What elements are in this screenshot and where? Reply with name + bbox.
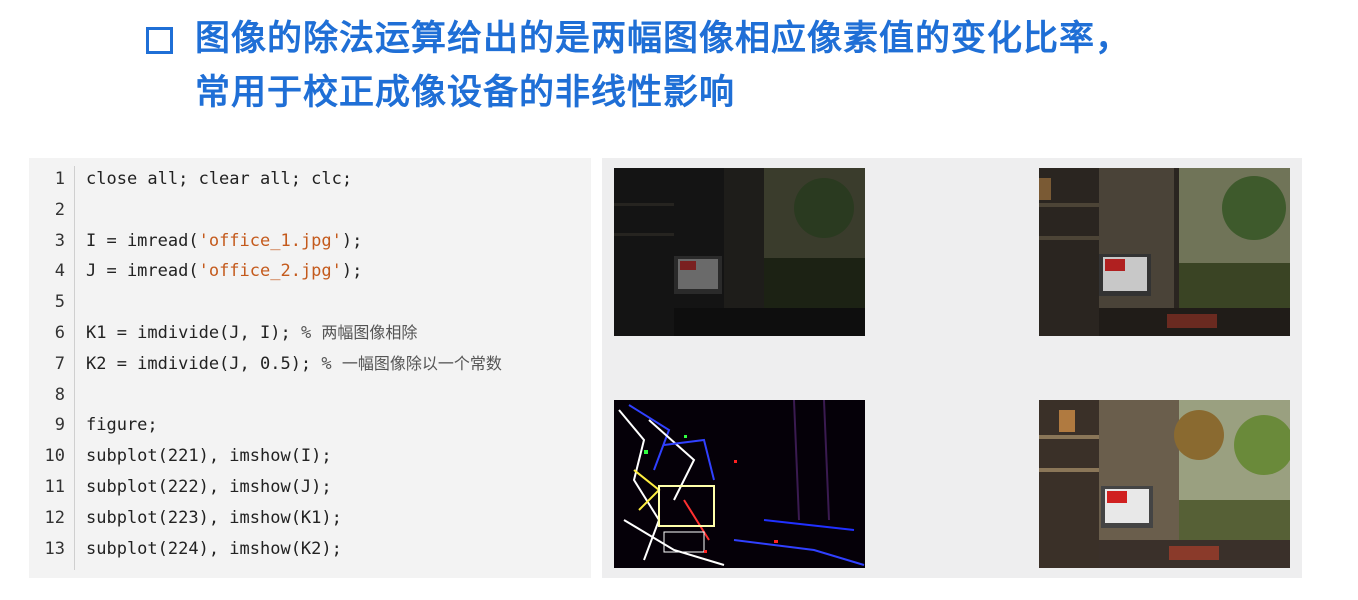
code-comment: 两幅图像相除 — [321, 323, 418, 342]
code-text: I = imread('office_1.jpg'); — [86, 226, 362, 256]
line-number: 5 — [54, 292, 65, 313]
code-comment: 一幅图像除以一个常数 — [341, 353, 502, 373]
code-line-12: 12 subplot(223), imshow(K1); — [29, 503, 591, 533]
string-literal: 'office_2.jpg' — [198, 261, 342, 282]
code-text: subplot(221), imshow(I); — [86, 441, 332, 471]
line-number: 13 — [44, 538, 65, 559]
code-text: close all; clear all; clc; — [86, 164, 352, 194]
comment-marker: % — [321, 353, 342, 374]
code-line-4: 4 J = imread('office_2.jpg'); — [29, 256, 591, 286]
checkbox-bullet-icon — [146, 26, 173, 54]
code-statement: subplot(223), imshow(K1); — [86, 507, 342, 528]
code-line-8: 8 — [29, 380, 591, 410]
figure-window — [602, 158, 1302, 578]
title-text-2: 常用于校正成像设备的非线性影响 — [195, 73, 736, 113]
code-text: figure; — [86, 410, 158, 440]
code-line-2: 2 — [29, 195, 591, 225]
line-number: 8 — [54, 384, 65, 405]
subplot-224-image-K2 — [1039, 400, 1290, 568]
title-text-1: 图像的除法运算给出的是两幅图像相应像素值的变化比率， — [195, 19, 1132, 59]
line-number: 4 — [54, 261, 65, 282]
title-line-2: 常用于校正成像设备的非线性影响 — [146, 66, 1131, 120]
subplot-222-image-J — [1039, 168, 1290, 336]
code-statement: I = imread( — [86, 230, 199, 251]
code-line-1: 1 close all; clear all; clc; — [29, 164, 591, 194]
code-line-9: 9 figure; — [29, 410, 591, 440]
code-line-10: 10 subplot(221), imshow(I); — [29, 441, 591, 471]
line-number: 11 — [44, 477, 65, 497]
code-line-6: 6 K1 = imdivide(J, I); % 两幅图像相除 — [29, 318, 591, 348]
line-number: 6 — [54, 323, 65, 343]
code-line-11: 11 subplot(222), imshow(J); — [29, 472, 591, 502]
code-line-3: 3 I = imread('office_1.jpg'); — [29, 226, 591, 256]
title-line-1: 图像的除法运算给出的是两幅图像相应像素值的变化比率， — [146, 12, 1131, 66]
code-statement: subplot(221), imshow(I); — [86, 446, 332, 467]
string-literal: 'office_1.jpg' — [198, 230, 342, 251]
subplot-223-image-K1 — [614, 400, 865, 568]
code-statement: subplot(224), imshow(K2); — [86, 538, 342, 559]
line-number: 12 — [44, 507, 65, 528]
code-text: subplot(222), imshow(J); — [86, 472, 332, 502]
line-number: 9 — [54, 415, 65, 436]
code-statement: close all; clear all; clc; — [86, 169, 353, 189]
code-text: K1 = imdivide(J, I); % 两幅图像相除 — [86, 318, 417, 348]
code-statement: K2 = imdivide(J, 0.5); — [86, 353, 322, 374]
code-statement: K1 = imdivide(J, I); — [86, 323, 301, 343]
line-number: 2 — [54, 199, 65, 220]
code-text: subplot(223), imshow(K1); — [86, 503, 342, 533]
code-statement-end: ); — [341, 230, 363, 251]
code-statement: figure; — [86, 415, 158, 436]
code-block: 1 close all; clear all; clc; 2 3 I = imread(… — [29, 158, 591, 578]
comment-marker: % — [300, 323, 322, 343]
line-number: 1 — [54, 169, 65, 189]
code-text: subplot(224), imshow(K2); — [86, 534, 342, 564]
code-line-7: 7 K2 = imdivide(J, 0.5); % 一幅图像除以一个常数 — [29, 349, 591, 379]
line-number: 10 — [44, 446, 65, 467]
code-line-13: 13 subplot(224), imshow(K2); — [29, 534, 591, 564]
code-text: K2 = imdivide(J, 0.5); % 一幅图像除以一个常数 — [86, 349, 502, 379]
code-statement-end: ); — [341, 261, 363, 282]
slide-title: 图像的除法运算给出的是两幅图像相应像素值的变化比率， 常用于校正成像设备的非线性… — [146, 12, 1131, 120]
code-statement: subplot(222), imshow(J); — [86, 477, 332, 497]
line-number: 7 — [54, 353, 65, 374]
code-line-5: 5 — [29, 287, 591, 317]
line-number: 3 — [54, 230, 65, 251]
subplot-221-image-I — [614, 168, 865, 336]
code-statement: J = imread( — [86, 261, 199, 282]
code-text: J = imread('office_2.jpg'); — [86, 256, 362, 286]
